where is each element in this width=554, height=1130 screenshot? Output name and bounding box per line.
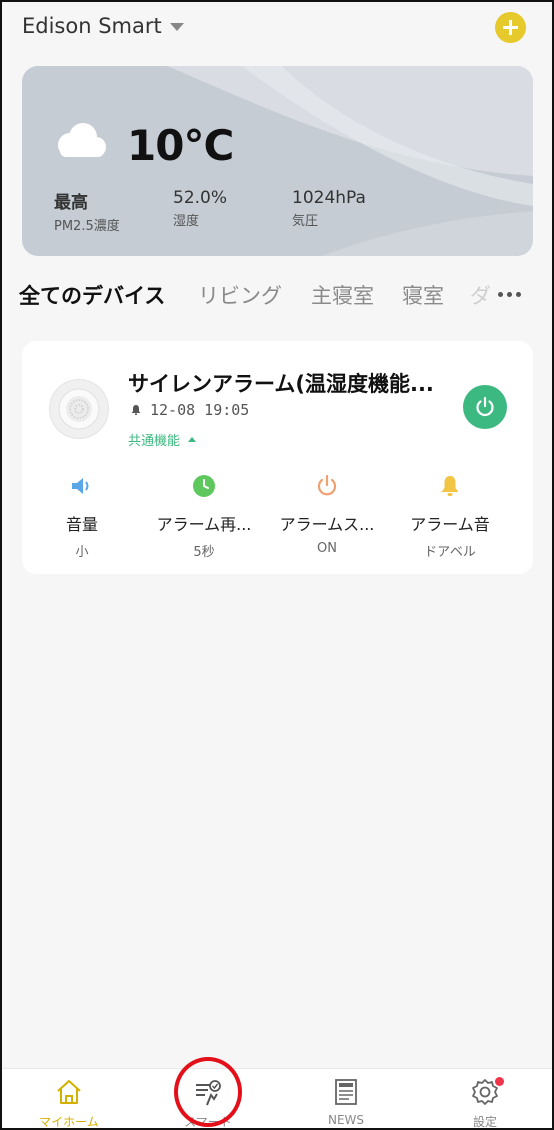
cloud-icon (58, 123, 106, 157)
nav-news[interactable]: NEWS (306, 1077, 386, 1127)
stat-value: 1024hPa (292, 188, 366, 208)
clock-icon (193, 475, 215, 497)
function-alarm-switch[interactable]: アラームス... ON (262, 473, 392, 556)
stat-value: 52.0% (173, 188, 228, 208)
function-value: ON (317, 541, 337, 556)
nav-label: 設定 (472, 1115, 497, 1129)
function-value: 小 (75, 545, 89, 560)
function-alarm-duration[interactable]: アラーム再... 5秒 (139, 473, 269, 560)
power-icon (476, 396, 494, 417)
function-name: 音量 (65, 515, 98, 534)
nav-smart[interactable]: スマート (168, 1077, 248, 1130)
bell-icon (441, 476, 459, 496)
device-last-event: 12-08 19:05 (130, 401, 249, 419)
room-tabs: 全てのデバイス リビング 主寝室 寝室 ダ (0, 280, 554, 316)
device-time: 12-08 19:05 (150, 401, 250, 419)
function-volume[interactable]: 音量 小 (17, 473, 147, 560)
temperature-value: 10°C (127, 121, 234, 170)
power-icon (317, 474, 337, 496)
caret-down-icon (169, 23, 184, 31)
nav-settings[interactable]: 設定 (445, 1077, 525, 1130)
device-title: サイレンアラーム(温湿度機能... (128, 372, 434, 396)
tab-living[interactable]: リビング (198, 280, 282, 310)
plus-icon (503, 20, 518, 35)
common-functions-toggle[interactable]: 共通機能 (128, 430, 197, 449)
tab-master-bedroom[interactable]: 主寝室 (311, 280, 374, 310)
notification-badge (495, 1077, 504, 1086)
nav-my-home[interactable]: マイホーム (29, 1077, 109, 1130)
stat-value: 最高 (54, 193, 88, 213)
add-device-button[interactable] (495, 12, 526, 43)
function-name: アラーム再... (156, 515, 252, 534)
nav-label: マイホーム (39, 1115, 99, 1129)
common-functions-label: 共通機能 (128, 434, 181, 449)
stat-label: PM2.5濃度 (54, 219, 120, 234)
tab-overflow[interactable]: ダ (470, 280, 500, 314)
function-value: ドアベル (424, 545, 476, 560)
more-dots-icon[interactable] (498, 284, 526, 304)
function-value: 5秒 (193, 545, 215, 560)
smart-scene-icon (196, 1080, 221, 1106)
stat-pressure: 1024hPa 気圧 (292, 188, 366, 229)
newspaper-icon (335, 1079, 357, 1105)
caret-up-icon (188, 437, 197, 442)
function-name: アラーム音 (410, 515, 490, 534)
stat-label: 湿度 (173, 214, 200, 229)
device-card[interactable]: サイレンアラーム(温湿度機能... 12-08 19:05 共通機能 音量 小 (22, 341, 533, 574)
power-button[interactable] (463, 385, 507, 429)
stat-pm25: 最高 PM2.5濃度 (54, 188, 120, 234)
nav-label: スマート (184, 1115, 232, 1129)
weather-card[interactable]: 10°C 最高 PM2.5濃度 52.0% 湿度 1024hPa 気圧 (22, 66, 533, 256)
bell-small-icon (131, 405, 141, 415)
bottom-nav: マイホーム スマート NEWS 設定 (0, 1068, 554, 1130)
home-icon (57, 1080, 81, 1104)
tab-bedroom[interactable]: 寝室 (402, 280, 444, 310)
top-bar: Edison Smart (0, 0, 554, 56)
speaker-icon (72, 478, 89, 494)
stat-label: 気圧 (292, 214, 319, 229)
nav-label: NEWS (327, 1113, 365, 1127)
home-selector[interactable]: Edison Smart (22, 14, 184, 38)
siren-device-icon (49, 379, 109, 439)
tab-all-devices[interactable]: 全てのデバイス (19, 280, 165, 310)
function-alarm-sound[interactable]: アラーム音 ドアベル (385, 473, 515, 560)
function-name: アラームス... (279, 515, 375, 534)
home-name-label: Edison Smart (22, 14, 162, 38)
stat-humidity: 52.0% 湿度 (173, 188, 227, 229)
